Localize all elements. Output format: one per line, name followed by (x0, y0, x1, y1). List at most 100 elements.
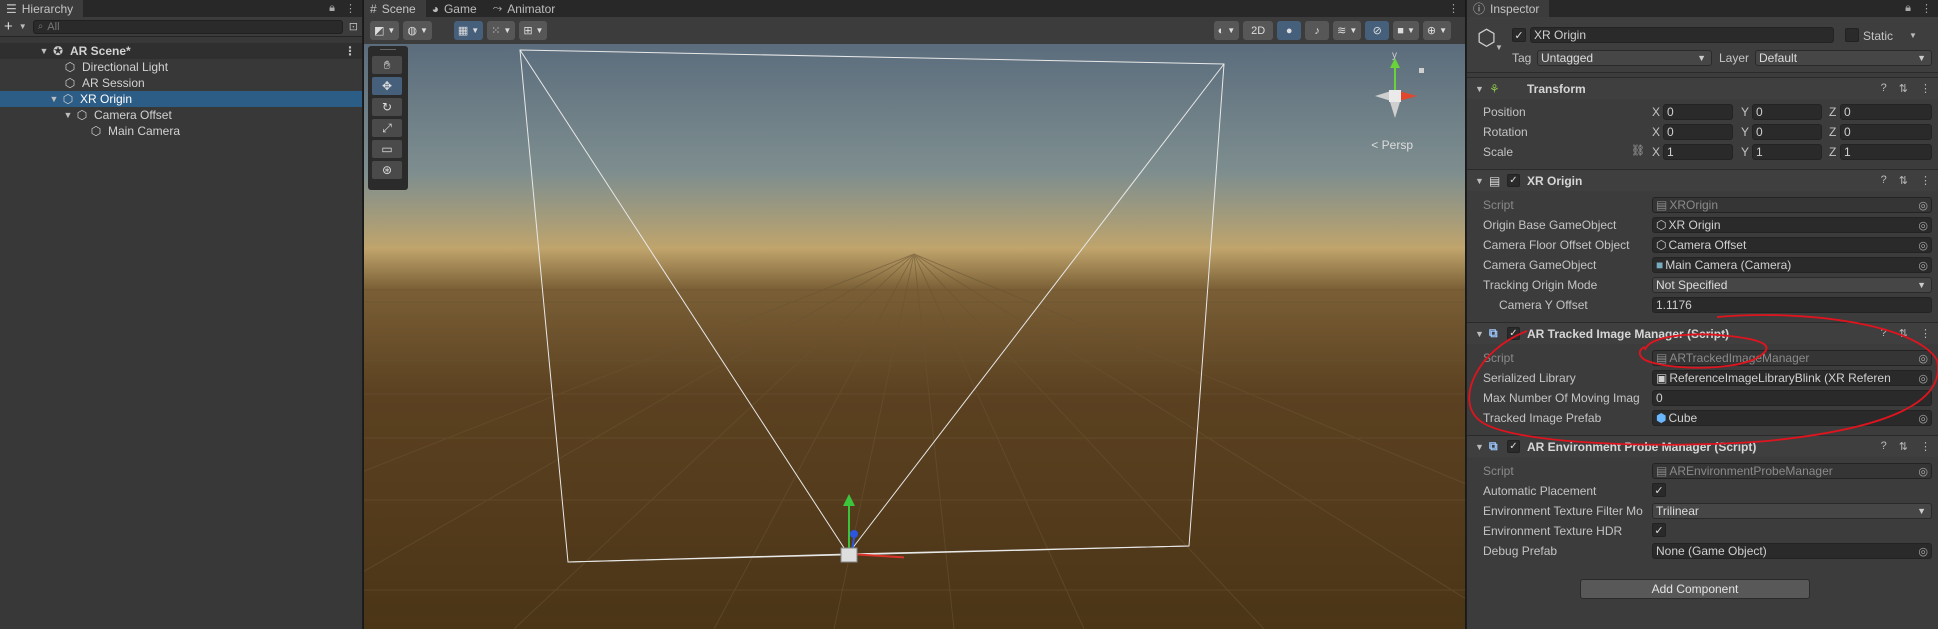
ar-tracked-image-manager-header[interactable]: ▼ ⧉ ✓ AR Tracked Image Manager (Script) … (1467, 322, 1938, 344)
rotation-y-field[interactable]: 0 (1752, 123, 1822, 140)
scene-menu-icon[interactable]: ⋮ (344, 44, 356, 58)
scale-tool[interactable]: ⤢ (372, 119, 402, 137)
scene-viewport[interactable]: ✋︎ ✥ ↻ ⤢ ▭ ⊛ y < Persp (364, 44, 1465, 629)
chevron-down-icon[interactable]: ▼ (19, 22, 27, 31)
static-checkbox[interactable] (1845, 28, 1859, 42)
audio-toggle-button[interactable]: ♪ (1305, 21, 1330, 40)
expand-arrow-icon[interactable]: ▼ (48, 94, 60, 104)
rotation-x-field[interactable]: 0 (1663, 123, 1733, 140)
tab-inspector[interactable]: ⓘ Inspector (1467, 0, 1550, 17)
shading-mode-button[interactable]: ◐ ▼ (1213, 21, 1240, 40)
presets-icon[interactable]: ⇅ (1899, 82, 1908, 95)
global-pivot-button[interactable]: ◍ ▼ (403, 20, 432, 40)
texture-filter-dropdown[interactable]: Trilinear ▼ (1652, 502, 1932, 519)
camera-frustum[interactable] (364, 44, 1465, 629)
rect-tool[interactable]: ▭ (372, 140, 402, 158)
tab-game[interactable]: ◕ Game (426, 0, 487, 17)
add-button[interactable]: + (4, 18, 13, 35)
scale-x-field[interactable]: 1 (1663, 143, 1733, 160)
layer-dropdown[interactable]: Default ▼ (1755, 50, 1932, 66)
move-tool[interactable]: ✥ (372, 77, 402, 95)
more-menu-icon[interactable]: ⋮ (1920, 327, 1931, 340)
search-input[interactable]: ⌕ All (32, 19, 343, 34)
more-menu-icon[interactable]: ⋮ (345, 2, 356, 15)
target-icon[interactable]: ◎ (1918, 545, 1928, 558)
position-y-field[interactable]: 0 (1752, 103, 1822, 120)
enabled-checkbox[interactable]: ✓ (1507, 174, 1520, 187)
chevron-down-icon[interactable]: ▼ (1909, 31, 1917, 40)
expand-arrow-icon[interactable]: ▼ (1475, 84, 1484, 94)
max-moving-images-field[interactable]: 0 (1652, 389, 1932, 406)
help-icon[interactable]: ? (1881, 440, 1887, 453)
transform-component-header[interactable]: ▼ ⚘ Transform ? ⇅ ⋮ (1467, 77, 1938, 99)
scale-y-field[interactable]: 1 (1752, 143, 1822, 160)
link-icon[interactable]: ⛓︎ (1631, 144, 1645, 157)
projection-label[interactable]: < Persp (1371, 138, 1413, 152)
more-menu-icon[interactable]: ⋮ (1920, 174, 1931, 187)
move-gizmo[interactable] (784, 464, 904, 584)
chevron-down-icon[interactable]: ▼ (1495, 43, 1503, 52)
serialized-library-field[interactable]: ▣ ReferenceImageLibraryBlink (XR Referen ◎ (1652, 369, 1932, 386)
tracking-mode-dropdown[interactable]: Not Specified ▼ (1652, 276, 1932, 293)
expand-arrow-icon[interactable]: ▼ (38, 46, 50, 56)
lock-icon[interactable]: 🔒︎ (329, 2, 335, 15)
lock-icon[interactable]: 🔒︎ (1905, 2, 1911, 15)
texture-hdr-checkbox[interactable]: ✓ (1652, 523, 1666, 537)
lighting-toggle-button[interactable]: ● (1277, 21, 1302, 40)
automatic-placement-checkbox[interactable]: ✓ (1652, 483, 1666, 497)
help-icon[interactable]: ? (1881, 174, 1887, 187)
hierarchy-item-ar-session[interactable]: ⬡ AR Session (0, 75, 362, 91)
debug-prefab-field[interactable]: None (Game Object) ◎ (1652, 542, 1932, 559)
target-icon[interactable]: ◎ (1918, 239, 1928, 252)
camera-y-field[interactable]: 1.1176 (1652, 296, 1932, 313)
orientation-gizmo[interactable]: y (1355, 48, 1435, 128)
tab-scene[interactable]: # Scene (364, 0, 426, 17)
camera-go-field[interactable]: ■ Main Camera (Camera) ◎ (1652, 256, 1932, 273)
target-icon[interactable]: ◎ (1918, 412, 1928, 425)
tag-dropdown[interactable]: Untagged ▼ (1537, 50, 1712, 66)
xr-origin-component-header[interactable]: ▼ ▤ ✓ XR Origin ? ⇅ ⋮ (1467, 169, 1938, 191)
active-checkbox[interactable]: ✓ (1512, 28, 1526, 42)
expand-arrow-icon[interactable]: ▼ (62, 110, 74, 120)
ar-environment-probe-manager-header[interactable]: ▼ ⧉ ✓ AR Environment Probe Manager (Scri… (1467, 435, 1938, 457)
draw-mode-button[interactable]: ◩ ▼ (370, 20, 400, 40)
target-icon[interactable]: ◎ (1918, 219, 1928, 232)
hidden-objects-button[interactable]: ⊘ (1365, 21, 1390, 40)
filter-icon[interactable]: ⊡ (349, 20, 358, 33)
camera-floor-field[interactable]: ⬡ Camera Offset ◎ (1652, 236, 1932, 253)
gizmos-button[interactable]: ⊕ ▼ (1422, 21, 1451, 40)
effects-button[interactable]: ≋ ▼ (1333, 21, 1362, 40)
add-component-button[interactable]: Add Component (1580, 579, 1810, 599)
hierarchy-scene-row[interactable]: ▼ ✪ AR Scene* ⋮ (0, 43, 362, 59)
transform-tool[interactable]: ⊛ (372, 161, 402, 179)
ruler-button[interactable]: ⊞ ▼ (519, 20, 548, 40)
origin-base-field[interactable]: ⬡ XR Origin ◎ (1652, 216, 1932, 233)
toggle-2d-button[interactable]: 2D (1243, 21, 1274, 40)
rotate-tool[interactable]: ↻ (372, 98, 402, 116)
expand-arrow-icon[interactable]: ▼ (1475, 329, 1484, 339)
expand-arrow-icon[interactable]: ▼ (1475, 176, 1484, 186)
position-z-field[interactable]: 0 (1840, 103, 1932, 120)
more-menu-icon[interactable]: ⋮ (1921, 2, 1932, 15)
object-name-field[interactable]: XR Origin (1530, 27, 1834, 43)
grid-snap-button[interactable]: ▦ ▼ (453, 20, 484, 40)
camera-settings-button[interactable]: ■ ▼ (1393, 21, 1419, 40)
position-x-field[interactable]: 0 (1663, 103, 1733, 120)
hierarchy-item-xr-origin[interactable]: ▼ ⬡ XR Origin (0, 91, 362, 107)
expand-arrow-icon[interactable]: ▼ (1475, 442, 1484, 452)
more-menu-icon[interactable]: ⋮ (1920, 82, 1931, 95)
hierarchy-item-camera-offset[interactable]: ▼ ⬡ Camera Offset (0, 107, 362, 123)
enabled-checkbox[interactable]: ✓ (1507, 327, 1520, 340)
presets-icon[interactable]: ⇅ (1899, 174, 1908, 187)
hand-tool[interactable]: ✋︎ (372, 56, 402, 74)
snap-increment-button[interactable]: ⁙ ▼ (487, 20, 516, 40)
enabled-checkbox[interactable]: ✓ (1507, 440, 1520, 453)
tab-animator[interactable]: ⤳ Animator (487, 0, 566, 17)
target-icon[interactable]: ◎ (1918, 259, 1928, 272)
tab-hierarchy[interactable]: ☰ Hierarchy (0, 0, 84, 17)
scale-z-field[interactable]: 1 (1840, 143, 1932, 160)
target-icon[interactable]: ◎ (1918, 371, 1928, 385)
hierarchy-item-main-camera[interactable]: ⬡ Main Camera (0, 123, 362, 139)
more-menu-icon[interactable]: ⋮ (1920, 440, 1931, 453)
presets-icon[interactable]: ⇅ (1899, 440, 1908, 453)
